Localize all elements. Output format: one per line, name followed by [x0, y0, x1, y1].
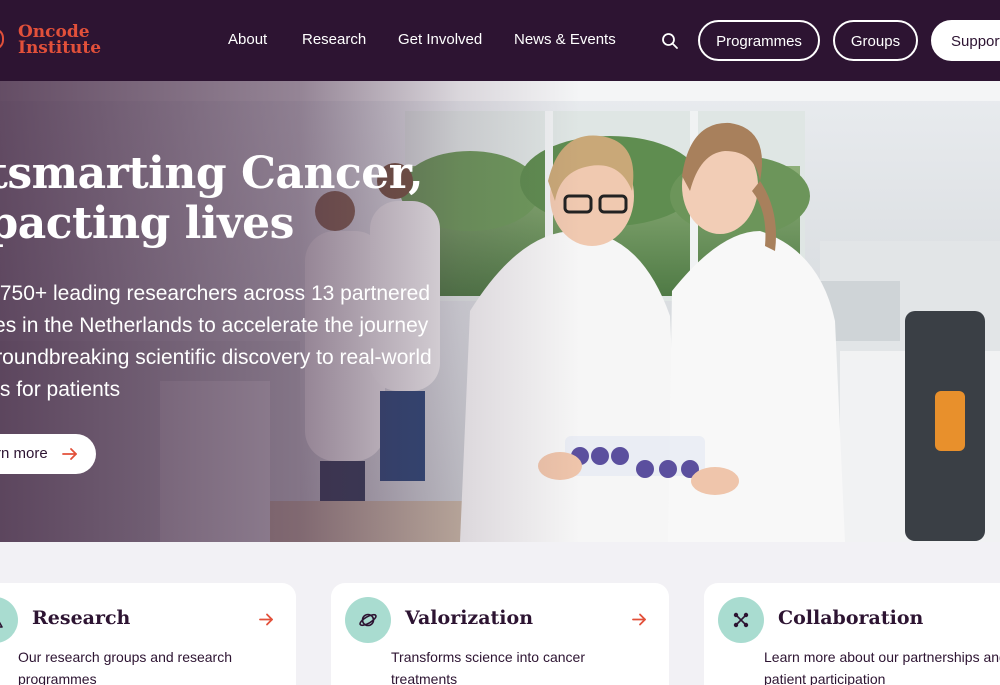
card-valorization-desc: Transforms science into cancer treatment… [391, 649, 585, 685]
hero-title-line2: npacting lives [0, 198, 294, 249]
flask-icon [0, 597, 18, 643]
card-research-desc: Our research groups and research program… [18, 649, 232, 685]
card-collaboration-desc: Learn more about our partnerships and pa… [764, 649, 1000, 685]
card-research[interactable]: Research Our research groups and researc… [0, 583, 296, 685]
logo-mark-icon [0, 28, 4, 50]
arrow-right-icon [259, 613, 273, 626]
nav-get-involved[interactable]: Get Involved [398, 31, 482, 48]
hero-subtitle-line: ing 750+ leading researchers across 13 p… [0, 282, 431, 305]
card-collaboration-title: Collaboration [778, 607, 924, 629]
network-icon [718, 597, 764, 643]
nav-research[interactable]: Research [302, 31, 366, 48]
support-button[interactable]: Support [931, 20, 1000, 61]
hero-subtitle-line: tions for patients [0, 378, 121, 401]
card-valorization[interactable]: Valorization Transforms science into can… [331, 583, 669, 685]
hero-subtitle-line: n groundbreaking scientific discovery to… [0, 346, 432, 369]
programmes-button[interactable]: Programmes [698, 20, 820, 61]
hero-subtitle: ing 750+ leading researchers across 13 p… [0, 278, 432, 406]
search-icon[interactable] [661, 32, 679, 50]
card-collaboration[interactable]: Collaboration Learn more about our partn… [704, 583, 1000, 685]
groups-button[interactable]: Groups [833, 20, 918, 61]
hero-section: utsmarting Cancer, npacting lives ing 75… [0, 81, 1000, 542]
logo-text-line2: Institute [18, 38, 102, 58]
learn-more-label: rn more [0, 445, 48, 462]
arrow-right-icon [62, 448, 77, 460]
site-header: Oncode Institute About Research Get Invo… [0, 0, 1000, 81]
hero-title-line1: utsmarting Cancer, [0, 148, 424, 199]
card-research-title: Research [32, 607, 131, 629]
hero-subtitle-line: itutes in the Netherlands to accelerate … [0, 314, 429, 337]
arrow-right-icon [632, 613, 646, 626]
learn-more-button[interactable]: rn more [0, 434, 96, 474]
nav-about[interactable]: About [228, 31, 267, 48]
nav-news-events[interactable]: News & Events [514, 31, 616, 48]
planet-icon [345, 597, 391, 643]
card-valorization-title: Valorization [405, 607, 534, 629]
hero-title: utsmarting Cancer, npacting lives [0, 148, 424, 249]
